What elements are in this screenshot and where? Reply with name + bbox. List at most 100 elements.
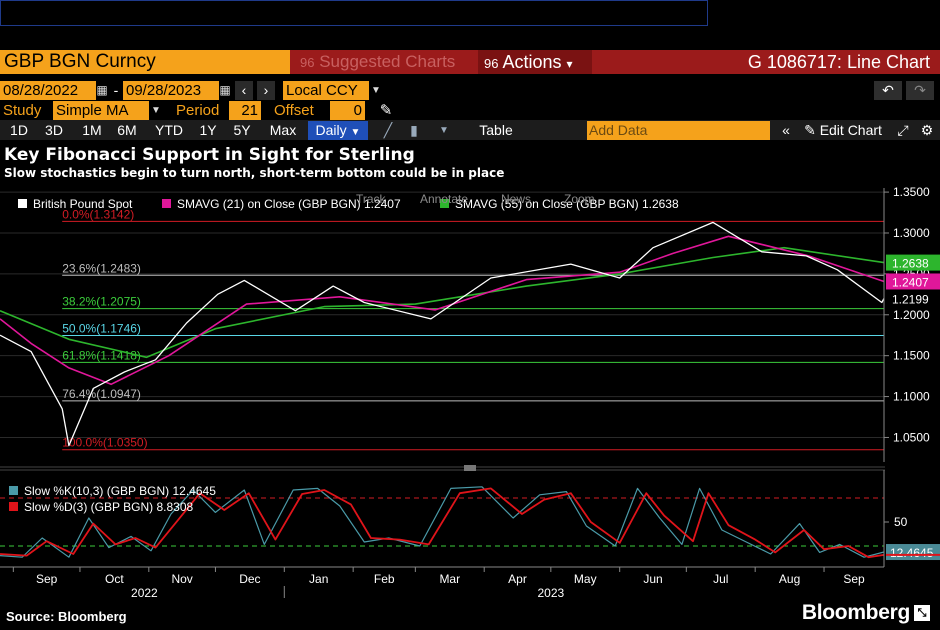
chart-tool-annotate: Annotate xyxy=(420,192,468,206)
previous-period-icon[interactable]: ‹ xyxy=(235,81,253,100)
headline: Key Fibonacci Support in Sight for Sterl… xyxy=(4,145,415,165)
x-tick-label: May xyxy=(574,572,597,586)
line-chart-icon[interactable]: ╱ xyxy=(378,121,398,140)
last-value-label: 12.4645 xyxy=(890,546,934,560)
period-button-1y[interactable]: 1Y xyxy=(195,121,221,140)
x-tick-label: Jan xyxy=(309,572,328,586)
fibonacci-label: 76.4%(1.0947) xyxy=(62,387,141,401)
actions-button[interactable]: 96 Actions ▾ xyxy=(478,50,592,74)
redo-icon[interactable]: ↷ xyxy=(906,81,934,100)
x-tick-label: Jul xyxy=(713,572,728,586)
price-chart[interactable]: 0.0%(1.3142)23.6%(1.2483)38.2%(1.2075)50… xyxy=(0,186,940,598)
x-tick-label: Mar xyxy=(439,572,460,586)
subheadline: Slow stochastics begin to turn north, sh… xyxy=(4,166,505,180)
year-label: 2023 xyxy=(537,586,564,598)
suggested-prefix: 96 xyxy=(300,55,315,70)
period-button-5y[interactable]: 5Y xyxy=(229,121,255,140)
y-tick-label: 1.1000 xyxy=(893,390,930,404)
legend-swatch xyxy=(9,486,18,495)
calendar-icon[interactable]: ▦ xyxy=(96,81,108,100)
offset-label: Offset xyxy=(274,102,314,119)
x-tick-label: Sep xyxy=(36,572,58,586)
last-value-label: 1.2407 xyxy=(892,275,929,289)
chevron-down-icon[interactable]: ▼ xyxy=(432,121,456,140)
y-tick-label: 1.3000 xyxy=(893,226,930,240)
period-button-max[interactable]: Max xyxy=(264,121,302,140)
legend-label: British Pound Spot xyxy=(33,197,133,211)
edit-chart-button[interactable]: ✎ Edit Chart xyxy=(797,121,889,140)
gear-icon[interactable]: ⚙ xyxy=(917,121,937,140)
fibonacci-label: 38.2%(1.2075) xyxy=(62,295,141,309)
start-date-field[interactable]: 08/28/2022 xyxy=(0,81,96,100)
calendar-icon[interactable]: ▦ xyxy=(219,81,231,100)
period-label: Period xyxy=(176,102,220,119)
fibonacci-label: 50.0%(1.1746) xyxy=(62,322,141,336)
expand-icon[interactable]: ⤡ xyxy=(914,605,930,621)
x-tick-label: Jun xyxy=(643,572,662,586)
fibonacci-label: 23.6%(1.2483) xyxy=(62,261,141,275)
chevron-down-icon[interactable]: ▼ xyxy=(149,101,163,120)
actions-label: Actions xyxy=(502,52,562,72)
command-line[interactable] xyxy=(0,0,708,26)
y-tick-label: 1.3500 xyxy=(893,186,930,199)
chart-tool-zoom: Zoom xyxy=(564,192,595,206)
x-tick-label: Aug xyxy=(779,572,800,586)
x-tick-label: Dec xyxy=(239,572,260,586)
end-date-field[interactable]: 09/28/2023 xyxy=(123,81,219,100)
frequency-select[interactable]: Daily ▼ xyxy=(308,121,368,140)
chevron-down-icon[interactable]: ▼ xyxy=(369,81,383,100)
study-label: Study xyxy=(3,102,42,119)
pencil-icon[interactable]: ✎ xyxy=(377,101,395,120)
x-tick-label: Feb xyxy=(374,572,395,586)
last-value-label: 1.2199 xyxy=(892,292,929,306)
add-data-input[interactable]: Add Data xyxy=(587,121,770,140)
legend-label: Slow %K(10,3) (GBP BGN) 12.4645 xyxy=(24,484,216,498)
x-tick-label: Apr xyxy=(508,572,527,586)
chevron-down-icon: ▾ xyxy=(566,57,573,71)
x-tick-label: Sep xyxy=(843,572,865,586)
y-tick-label: 1.2000 xyxy=(893,308,930,322)
x-tick-label: Oct xyxy=(105,572,124,586)
suggested-charts-button[interactable]: 96 Suggested Charts xyxy=(290,50,478,74)
undo-icon[interactable]: ↶ xyxy=(874,81,902,100)
chart-tool-track: Track xyxy=(356,192,387,206)
range-dash: - xyxy=(113,82,119,98)
fibonacci-label: 61.8%(1.1418) xyxy=(62,348,141,362)
period-input[interactable]: 21 xyxy=(229,101,261,120)
chart-tool-news: News xyxy=(501,192,531,206)
source-note: Source: Bloomberg xyxy=(6,609,127,624)
next-period-icon[interactable]: › xyxy=(257,81,275,100)
chevron-down-icon: ▼ xyxy=(350,127,361,138)
period-button-1d[interactable]: 1D xyxy=(6,121,32,140)
legend-swatch xyxy=(9,502,18,511)
period-button-1m[interactable]: 1M xyxy=(78,121,106,140)
offset-input[interactable]: 0 xyxy=(330,101,365,120)
currency-select[interactable]: Local CCY xyxy=(283,81,369,100)
suggested-label: Suggested Charts xyxy=(319,52,456,71)
x-tick-label: Nov xyxy=(171,572,192,586)
frequency-label: Daily xyxy=(315,122,347,138)
resize-icon[interactable]: ⤢ xyxy=(893,121,913,140)
period-button-3d[interactable]: 3D xyxy=(40,121,68,140)
year-label: 2022 xyxy=(131,586,158,598)
actions-prefix: 96 xyxy=(484,56,499,71)
fibonacci-label: 100.0%(1.0350) xyxy=(62,436,147,450)
study-select[interactable]: Simple MA xyxy=(53,101,149,120)
last-value-label: 1.2638 xyxy=(892,257,929,271)
y-tick-label: 1.1500 xyxy=(893,349,930,363)
bar-chart-icon[interactable]: ▮ xyxy=(404,121,424,140)
y-tick-label: 1.0500 xyxy=(893,430,930,444)
table-button[interactable]: Table xyxy=(462,121,530,140)
collapse-icon[interactable]: « xyxy=(777,121,795,140)
y-tick-label: 50 xyxy=(894,515,908,529)
legend-label: Slow %D(3) (GBP BGN) 8.8308 xyxy=(24,500,193,514)
bloomberg-logo: Bloomberg xyxy=(801,601,910,624)
legend-swatch xyxy=(162,199,171,208)
ticker-field[interactable]: GBP BGN Curncy xyxy=(0,50,290,74)
chart-id-label: G 1086717: Line Chart xyxy=(747,52,930,72)
pencil-icon: ✎ xyxy=(804,122,816,138)
edit-chart-label: Edit Chart xyxy=(819,122,882,138)
period-button-6m[interactable]: 6M xyxy=(113,121,141,140)
legend-swatch xyxy=(18,199,27,208)
period-button-ytd[interactable]: YTD xyxy=(151,121,187,140)
